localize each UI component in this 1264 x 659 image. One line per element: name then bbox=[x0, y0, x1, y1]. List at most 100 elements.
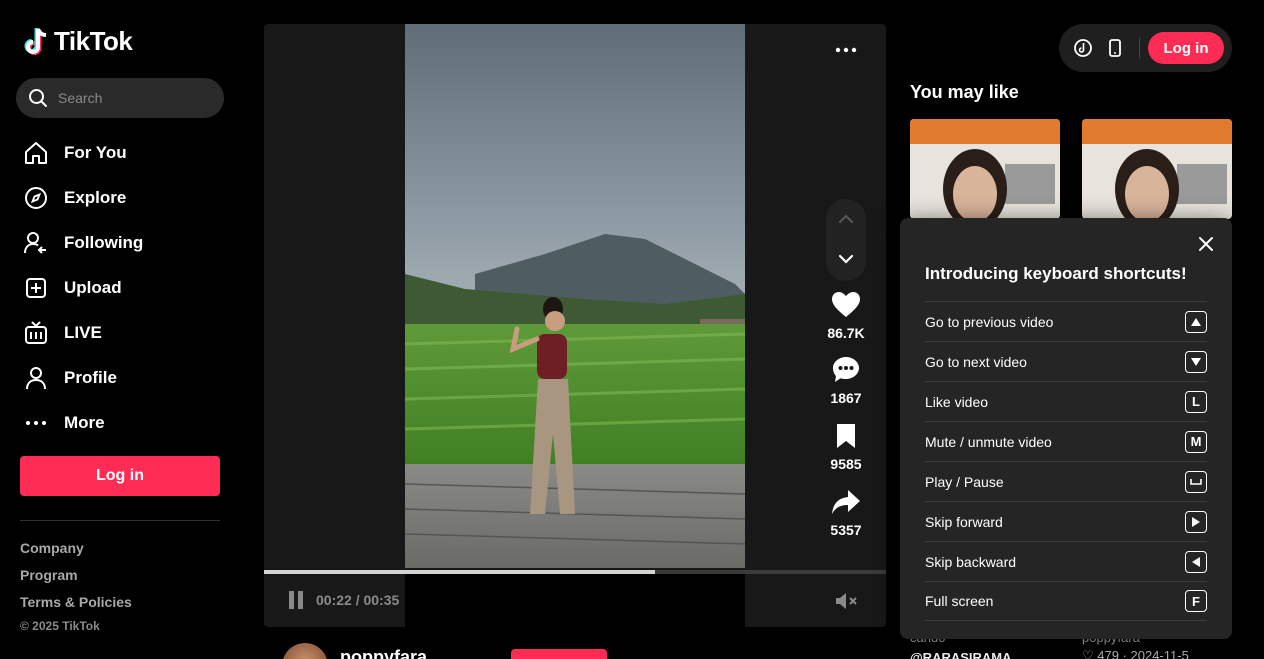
sidebar-item-label: For You bbox=[64, 142, 127, 162]
copyright: © 2025 TikTok bbox=[20, 619, 100, 633]
share-icon[interactable] bbox=[816, 486, 876, 518]
left-arrow-key-icon bbox=[1185, 550, 1207, 573]
footer-link-terms[interactable]: Terms & Policies bbox=[20, 594, 132, 610]
bookmark-icon[interactable] bbox=[816, 420, 876, 452]
header-login-button[interactable]: Log in bbox=[1148, 32, 1224, 64]
following-icon bbox=[22, 229, 50, 257]
shortcut-label: Full screen bbox=[925, 593, 994, 609]
popup-title: Introducing keyboard shortcuts! bbox=[925, 264, 1187, 283]
comment-icon[interactable] bbox=[816, 354, 876, 386]
shortcut-row: Full screen F bbox=[925, 581, 1207, 621]
shortcut-row: Like video L bbox=[925, 381, 1207, 421]
top-actions-bar: Log in bbox=[1059, 24, 1232, 72]
next-video-button[interactable] bbox=[836, 249, 856, 269]
recommended-stats: ♡ 479 · 2024-11-5 bbox=[1082, 648, 1189, 659]
sidebar-item-label: LIVE bbox=[64, 322, 102, 342]
tiktok-logo[interactable]: TikTok bbox=[24, 26, 133, 57]
pause-button[interactable] bbox=[286, 590, 306, 610]
sidebar-item-upload[interactable]: Upload bbox=[16, 265, 224, 310]
sidebar-item-for-you[interactable]: For You bbox=[16, 130, 224, 175]
recommended-video-thumbnail[interactable] bbox=[1082, 119, 1232, 219]
keyboard-shortcuts-popup: Introducing keyboard shortcuts! Go to pr… bbox=[900, 218, 1232, 639]
footer-links: Company Program Terms & Policies bbox=[20, 540, 132, 621]
shortcut-row: Go to previous video bbox=[925, 301, 1207, 341]
down-arrow-key-icon bbox=[1185, 350, 1207, 373]
author-row: poppyfara bbox=[264, 643, 886, 659]
video-image bbox=[405, 24, 745, 568]
video-nav-arrows bbox=[826, 199, 866, 281]
video-player: 86.7K 1867 9585 5357 00:22 / 00:35 bbox=[264, 24, 886, 627]
shortcut-label: Go to previous video bbox=[925, 313, 1054, 330]
sidebar-divider bbox=[20, 520, 220, 521]
recommended-author[interactable]: @RARASIRAMA bbox=[910, 650, 1012, 659]
more-icon bbox=[22, 409, 50, 437]
video-frame[interactable] bbox=[405, 24, 745, 568]
home-icon bbox=[22, 139, 50, 167]
l-key-icon: L bbox=[1185, 390, 1207, 413]
space-key-icon bbox=[1185, 470, 1207, 493]
m-key-icon: M bbox=[1185, 430, 1207, 453]
search-icon bbox=[29, 89, 47, 107]
compass-icon bbox=[22, 184, 50, 212]
sidebar-item-profile[interactable]: Profile bbox=[16, 355, 224, 400]
footer-link-program[interactable]: Program bbox=[20, 567, 132, 583]
like-count: 86.7K bbox=[827, 325, 865, 341]
close-icon[interactable] bbox=[1198, 236, 1214, 252]
sidebar-login-button[interactable]: Log in bbox=[20, 456, 220, 496]
shortcut-label: Like video bbox=[925, 393, 989, 410]
shortcut-row: Mute / unmute video M bbox=[925, 421, 1207, 461]
sidebar: TikTok For You Explore Following bbox=[0, 0, 240, 659]
sidebar-item-label: Explore bbox=[64, 187, 127, 207]
follow-button[interactable] bbox=[511, 649, 607, 659]
recommended-video-thumbnail[interactable] bbox=[910, 119, 1060, 219]
topbar-divider bbox=[1139, 38, 1140, 58]
shortcut-label: Go to next video bbox=[925, 353, 1027, 370]
sidebar-item-label: Profile bbox=[64, 367, 117, 387]
mobile-app-icon[interactable] bbox=[1105, 38, 1125, 58]
sidebar-item-label: Upload bbox=[64, 277, 122, 297]
video-controls: 00:22 / 00:35 bbox=[264, 574, 886, 627]
right-arrow-key-icon bbox=[1185, 510, 1207, 533]
heart-icon[interactable] bbox=[816, 289, 876, 321]
shortcut-label: Skip backward bbox=[925, 553, 1017, 570]
video-time: 00:22 / 00:35 bbox=[316, 592, 400, 608]
sidebar-nav: For You Explore Following Upload LIVE Pr… bbox=[16, 130, 224, 445]
f-key-icon: F bbox=[1185, 590, 1207, 612]
shortcut-label: Play / Pause bbox=[925, 473, 1004, 490]
comment-action: 1867 bbox=[816, 354, 876, 406]
you-may-like-title: You may like bbox=[910, 82, 1019, 102]
shortcut-list: Go to previous video Go to next video Li… bbox=[925, 301, 1207, 621]
mute-icon[interactable] bbox=[834, 590, 858, 612]
search-input[interactable] bbox=[58, 90, 208, 106]
footer-link-company[interactable]: Company bbox=[20, 540, 132, 556]
avatar[interactable] bbox=[282, 643, 328, 659]
shortcut-row: Go to next video bbox=[925, 341, 1207, 381]
share-count: 5357 bbox=[830, 522, 862, 538]
more-options-icon[interactable] bbox=[834, 42, 858, 58]
shortcut-row: Skip forward bbox=[925, 501, 1207, 541]
sidebar-item-live[interactable]: LIVE bbox=[16, 310, 224, 355]
shortcut-row: Skip backward bbox=[925, 541, 1207, 581]
upload-icon bbox=[22, 274, 50, 302]
tiktok-note-icon bbox=[24, 27, 47, 55]
comment-count: 1867 bbox=[830, 390, 862, 406]
author-name[interactable]: poppyfara bbox=[340, 647, 427, 659]
profile-icon bbox=[22, 364, 50, 392]
sidebar-item-more[interactable]: More bbox=[16, 400, 224, 445]
sidebar-item-following[interactable]: Following bbox=[16, 220, 224, 265]
previous-video-button[interactable] bbox=[836, 209, 856, 229]
save-count: 9585 bbox=[830, 456, 862, 472]
sidebar-item-label: Following bbox=[64, 232, 144, 252]
sidebar-item-explore[interactable]: Explore bbox=[16, 175, 224, 220]
save-action: 9585 bbox=[816, 420, 876, 472]
tiktok-coin-icon[interactable] bbox=[1073, 38, 1093, 58]
share-action: 5357 bbox=[816, 486, 876, 538]
search-box[interactable] bbox=[16, 78, 224, 118]
shortcut-label: Mute / unmute video bbox=[925, 433, 1052, 450]
sidebar-item-label: More bbox=[64, 412, 105, 432]
live-icon bbox=[22, 319, 50, 347]
logo-text: TikTok bbox=[54, 26, 133, 56]
like-action: 86.7K bbox=[816, 289, 876, 341]
shortcut-row: Play / Pause bbox=[925, 461, 1207, 501]
up-arrow-key-icon bbox=[1185, 310, 1207, 333]
